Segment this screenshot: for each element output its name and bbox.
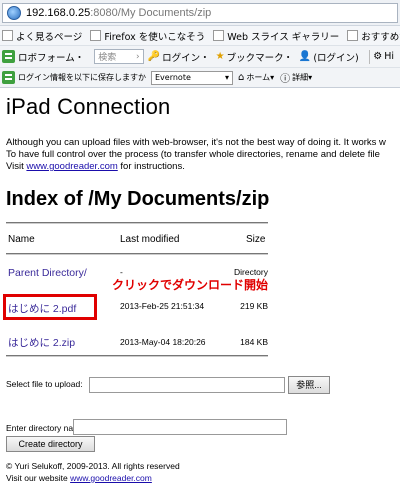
roboform-icon bbox=[2, 50, 15, 63]
url-path: :8080/My Documents/zip bbox=[90, 7, 212, 19]
column-header-name: Name bbox=[8, 234, 35, 245]
download-annotation: クリックでダウンロード開始 bbox=[112, 278, 269, 292]
roboform-toolbar: ロボフォーム・ 検索 › 🔑 ログイン・ ★ ブックマーク・ 👤 (ログイン) ⚙ Hi bbox=[0, 46, 400, 68]
footer-website-link[interactable]: www.goodreader.com bbox=[70, 473, 152, 483]
page-content: iPad Connection Although you can upload … bbox=[0, 88, 400, 486]
evernote-toolbar: ログイン情報を以下に保存しますか Evernote ▾ ⌂ ホーム ▾ ⓘ 詳細 ▾ bbox=[0, 68, 400, 88]
chevron-down-icon: ▾ bbox=[308, 73, 313, 82]
page-icon bbox=[347, 30, 359, 41]
user-icon: 👤 bbox=[298, 51, 312, 62]
toolbar-search-input[interactable]: 検索 › bbox=[94, 49, 144, 64]
login-button[interactable]: 👤 (ログイン) bbox=[299, 50, 359, 64]
bookmark-item[interactable]: よく見るページ bbox=[2, 29, 82, 43]
info-icon: ⓘ bbox=[280, 74, 291, 85]
hi-menu[interactable]: ⚙ Hi bbox=[373, 51, 394, 62]
copyright-text: © Yuri Selukoff, 2009-2013. All rights r… bbox=[6, 461, 180, 471]
intro-text: Although you can upload files with web-b… bbox=[6, 137, 386, 172]
browse-button[interactable]: 参照... bbox=[288, 376, 330, 394]
key-icon: 🔑 bbox=[147, 51, 161, 62]
bookmark-item[interactable]: おすすめサイト bbox=[347, 29, 400, 43]
globe-icon bbox=[7, 6, 21, 20]
bookmark-item[interactable]: Firefox を使いこなそう bbox=[90, 29, 205, 43]
row-modified: 2013-Feb-25 21:51:34 bbox=[120, 301, 205, 311]
file-path-input[interactable] bbox=[89, 377, 285, 393]
page-title: iPad Connection bbox=[6, 94, 171, 119]
column-header-size: Size bbox=[246, 234, 266, 245]
column-header-modified: Last modified bbox=[120, 234, 180, 245]
save-login-label: ログイン情報を以下に保存しますか bbox=[18, 73, 146, 82]
parent-directory-link[interactable]: Parent Directory/ bbox=[8, 267, 87, 279]
home-icon: ⌂ bbox=[238, 72, 245, 83]
detail-menu[interactable]: ⓘ 詳細 ▾ bbox=[280, 70, 312, 85]
highlight-box bbox=[3, 294, 97, 320]
table-bottom-rule bbox=[6, 355, 268, 357]
url-host: 192.168.0.25 bbox=[26, 7, 91, 19]
bookmark-menu[interactable]: ★ ブックマーク・ bbox=[216, 50, 293, 64]
directory-name-input[interactable] bbox=[73, 419, 287, 435]
row-modified: 2013-May-04 18:20:26 bbox=[120, 337, 206, 347]
table-top-rule bbox=[6, 222, 268, 224]
bookmarks-bar: よく見るページ Firefox を使いこなそう Web スライス ギャラリー お… bbox=[0, 26, 400, 46]
star-icon: ★ bbox=[215, 51, 225, 62]
roboform-menu[interactable]: ロボフォーム・ bbox=[18, 50, 84, 64]
save-target-select[interactable]: Evernote ▾ bbox=[151, 70, 233, 85]
upload-label: Select file to upload: bbox=[6, 379, 83, 389]
create-directory-button[interactable]: Create directory bbox=[6, 436, 95, 452]
index-heading: Index of /My Documents/zip bbox=[6, 188, 270, 210]
home-menu[interactable]: ⌂ ホーム ▾ bbox=[238, 72, 274, 83]
evernote-icon bbox=[2, 71, 15, 84]
page-icon bbox=[2, 30, 13, 41]
row-size: 184 KB bbox=[240, 337, 268, 347]
chevron-down-icon: ▾ bbox=[270, 73, 275, 82]
search-arrow-icon: › bbox=[136, 51, 140, 62]
login-menu[interactable]: 🔑 ログイン・ bbox=[148, 50, 210, 64]
file-link-zip[interactable]: はじめに 2.zip bbox=[8, 335, 75, 350]
address-bar-container: 192.168.0.25:8080/My Documents/zip bbox=[0, 0, 400, 26]
goodreader-link[interactable]: www.goodreader.com bbox=[26, 161, 117, 172]
chevron-down-icon: ▾ bbox=[224, 73, 229, 82]
table-header-rule bbox=[6, 253, 268, 255]
row-size: 219 KB bbox=[240, 301, 268, 311]
footer: © Yuri Selukoff, 2009-2013. All rights r… bbox=[6, 461, 180, 483]
page-icon bbox=[90, 30, 102, 41]
tools-icon: ⚙ bbox=[373, 51, 383, 62]
address-bar[interactable]: 192.168.0.25:8080/My Documents/zip bbox=[2, 3, 398, 23]
bookmark-item[interactable]: Web スライス ギャラリー bbox=[213, 29, 339, 43]
page-icon bbox=[213, 30, 225, 41]
